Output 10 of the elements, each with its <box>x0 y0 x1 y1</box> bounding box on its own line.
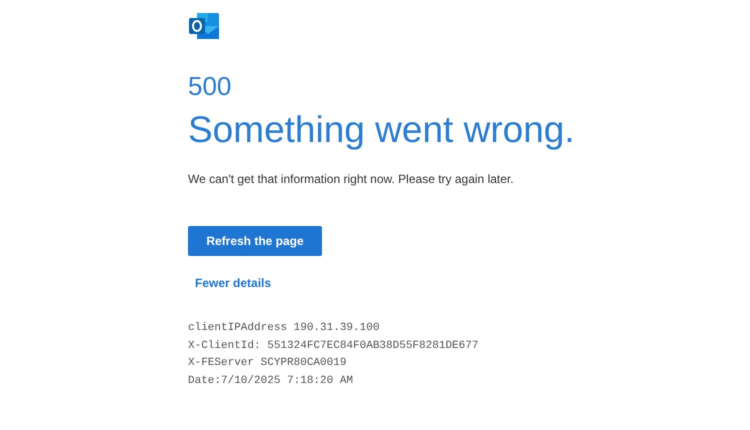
error-message: We can't get that information right now. Please try again later. <box>188 172 514 186</box>
detail-line: Date:7/10/2025 7:18:20 AM <box>188 374 354 388</box>
mail-app-logo-icon <box>188 12 220 40</box>
error-code: 500 <box>188 70 232 102</box>
detail-line: X-FEServer SCYPR80CA0019 <box>188 356 348 371</box>
refresh-button[interactable]: Refresh the page <box>188 226 322 256</box>
fewer-details-link[interactable]: Fewer details <box>195 276 272 290</box>
detail-line: clientIPAddress 190.31.39.100 <box>188 321 380 336</box>
detail-line: X-ClientId: 551324FC7EC84F0AB38D55F8281DE677 <box>188 338 478 354</box>
error-title: Something went wrong. <box>188 108 575 152</box>
